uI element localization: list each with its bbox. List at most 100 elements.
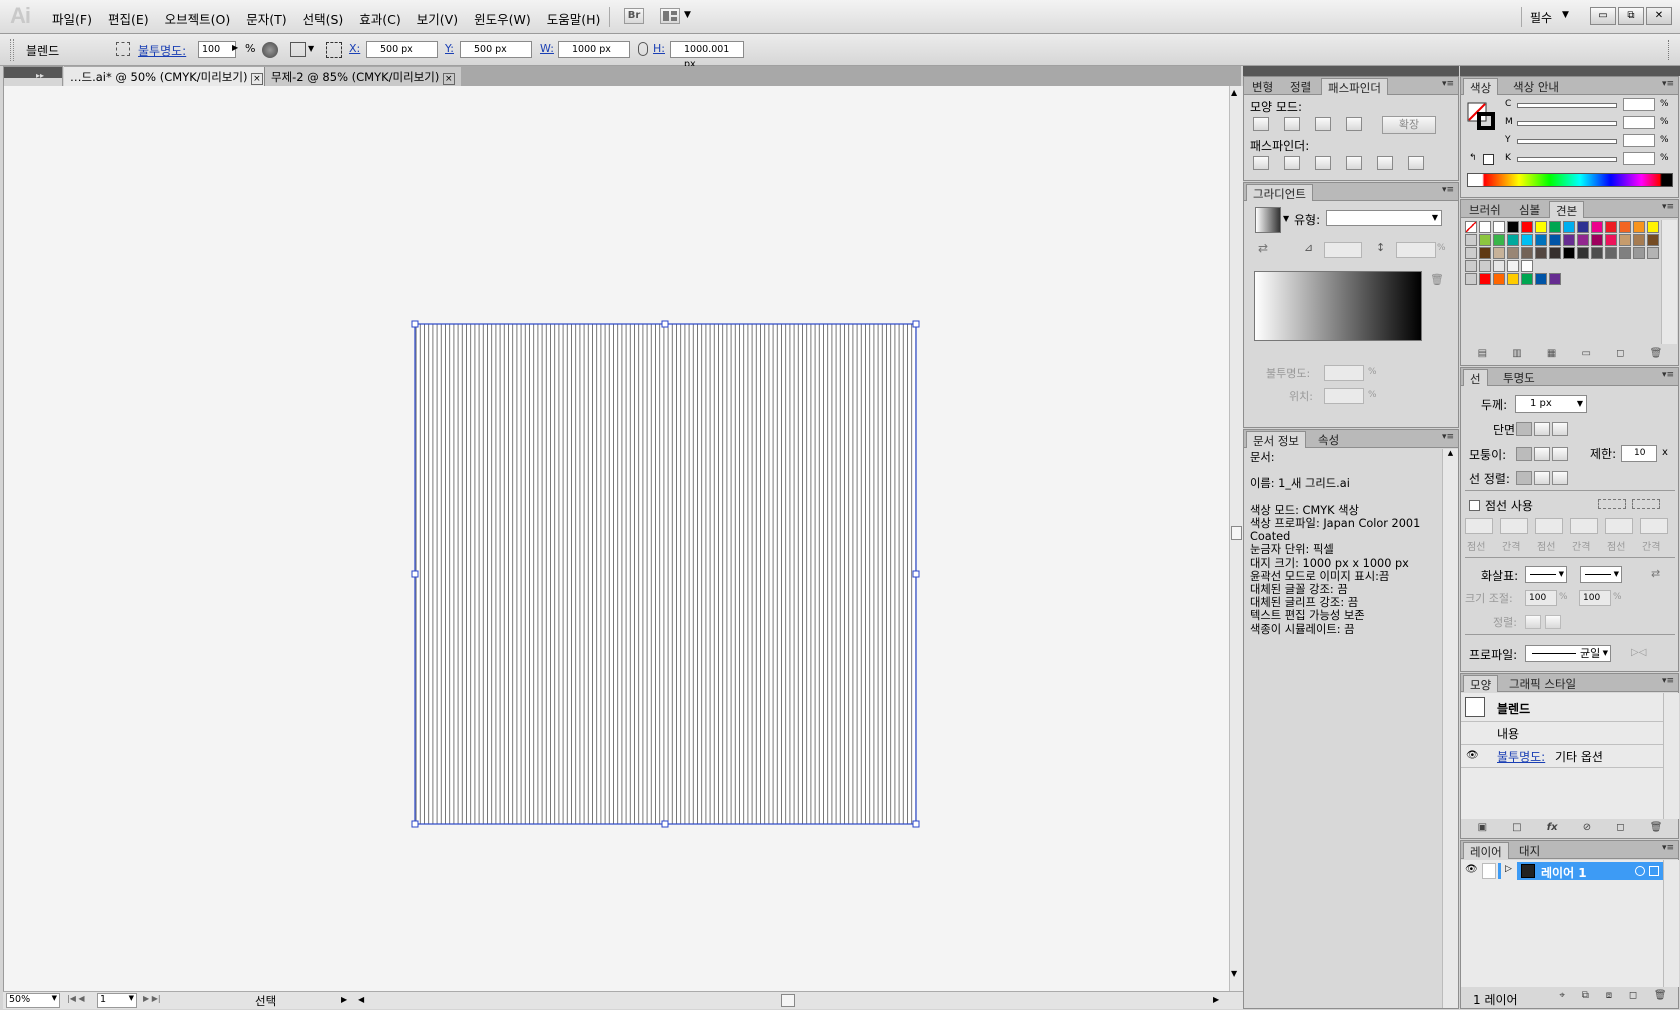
scroll-thumb[interactable]: [1231, 526, 1242, 540]
recolor-artwork-icon[interactable]: [262, 42, 278, 58]
scroll-left-icon[interactable]: ◀: [358, 995, 364, 1004]
gap-3-input[interactable]: [1640, 518, 1668, 534]
color-swatch[interactable]: [1507, 273, 1519, 285]
panel-menu-icon[interactable]: ▾≡: [1442, 432, 1454, 442]
profile-select[interactable]: 균일 ▼: [1525, 645, 1611, 662]
tab-appearance[interactable]: 모양: [1463, 675, 1499, 692]
color-swatch[interactable]: [1563, 247, 1575, 259]
bridge-button[interactable]: Br: [624, 8, 644, 24]
color-swatch[interactable]: [1521, 247, 1533, 259]
bevel-join-icon[interactable]: [1552, 447, 1568, 461]
color-swatch[interactable]: [1479, 260, 1491, 272]
locate-object-icon[interactable]: ⌖: [1559, 990, 1565, 1006]
end-arrowhead-select[interactable]: ▼: [1580, 566, 1622, 583]
panel-menu-icon[interactable]: ▾≡: [1662, 202, 1674, 212]
color-swatch[interactable]: [1535, 273, 1547, 285]
artboard[interactable]: [4, 86, 1230, 991]
layers-scrollbar[interactable]: [1663, 860, 1679, 987]
unite-icon[interactable]: [1253, 117, 1269, 131]
color-swatch[interactable]: [1633, 247, 1645, 259]
tab-color-guide[interactable]: 색상 안내: [1507, 78, 1565, 95]
color-swatch[interactable]: [1591, 247, 1603, 259]
swap-arrowheads-icon[interactable]: ⇄: [1651, 567, 1660, 580]
channel-k-input[interactable]: [1623, 152, 1655, 165]
channel-m-slider[interactable]: [1517, 121, 1617, 126]
appearance-scrollbar[interactable]: [1663, 693, 1679, 819]
tools-panel-header[interactable]: ▸▸: [4, 67, 62, 80]
color-swatch[interactable]: [1521, 260, 1533, 272]
tab-color[interactable]: 색상: [1463, 78, 1499, 95]
make-clipping-mask-icon[interactable]: ⧉: [1582, 990, 1589, 1006]
opacity-input[interactable]: 100: [198, 41, 236, 58]
restore-button[interactable]: ⧉: [1618, 7, 1644, 25]
panel-menu-icon[interactable]: ▾≡: [1442, 185, 1454, 195]
minimize-button[interactable]: ▭: [1590, 7, 1616, 25]
constrain-proportions-icon[interactable]: [638, 42, 648, 56]
appearance-opacity-link[interactable]: 불투명도:: [1497, 748, 1545, 765]
delete-layer-icon[interactable]: 🗑: [1654, 990, 1667, 1006]
dash-2-input[interactable]: [1535, 518, 1563, 534]
opacity-dropdown-icon[interactable]: ▶: [232, 43, 238, 52]
reverse-gradient-icon[interactable]: ⇄: [1258, 241, 1268, 255]
show-kinds-icon[interactable]: ▥: [1512, 348, 1521, 364]
color-swatch[interactable]: [1493, 260, 1505, 272]
color-swatch[interactable]: [1493, 273, 1505, 285]
tab-document-1[interactable]: …드.ai* @ 50% (CMYK/미리보기) ×: [64, 67, 269, 86]
tab-align[interactable]: 정렬: [1284, 78, 1317, 95]
color-swatch[interactable]: [1479, 247, 1491, 259]
tab-swatches[interactable]: 견본: [1549, 201, 1585, 218]
color-fill-stroke-icon[interactable]: [1467, 102, 1497, 132]
color-swatch[interactable]: [1647, 247, 1659, 259]
tab-graphic-styles[interactable]: 그래픽 스타일: [1503, 675, 1582, 692]
gradient-type-select[interactable]: ▼: [1326, 210, 1442, 226]
arrange-dropdown-icon[interactable]: ▼: [684, 10, 691, 20]
dash-3-input[interactable]: [1605, 518, 1633, 534]
delete-item-icon[interactable]: 🗑: [1650, 822, 1663, 838]
start-arrowhead-select[interactable]: ▼: [1525, 566, 1567, 583]
tab-brushes[interactable]: 브러쉬: [1463, 201, 1507, 218]
target-icon[interactable]: [1635, 866, 1645, 876]
color-group-folder-icon[interactable]: [1465, 234, 1477, 246]
chevron-down-icon[interactable]: ▼: [1283, 214, 1289, 223]
color-swatch[interactable]: [1521, 221, 1533, 233]
color-swatch[interactable]: [1479, 273, 1491, 285]
eye-icon[interactable]: 👁: [1465, 864, 1478, 875]
canvas-area[interactable]: [3, 86, 1239, 994]
menu-view[interactable]: 보기(V): [409, 9, 466, 28]
color-swatch[interactable]: [1507, 260, 1519, 272]
menu-edit[interactable]: 편집(E): [100, 9, 157, 28]
color-swatch[interactable]: [1563, 234, 1575, 246]
arrow-inside-icon[interactable]: [1545, 615, 1561, 629]
swatch-options-icon[interactable]: ▦: [1547, 348, 1556, 364]
minus-front-icon[interactable]: [1284, 117, 1300, 131]
h-input[interactable]: 1000.001 px: [670, 41, 744, 70]
tab-transparency[interactable]: 투명도: [1497, 369, 1541, 386]
tab-symbols[interactable]: 심볼: [1513, 201, 1546, 218]
gap-1-input[interactable]: [1500, 518, 1528, 534]
align-center-icon[interactable]: [1516, 471, 1532, 485]
channel-c-slider[interactable]: [1517, 103, 1617, 108]
drag-handle[interactable]: [10, 39, 14, 61]
arrange-documents-icon[interactable]: [660, 8, 680, 24]
new-color-group-icon[interactable]: ▭: [1582, 348, 1591, 364]
flip-along-icon[interactable]: ▷◁: [1631, 647, 1646, 658]
clear-appearance-icon[interactable]: ⊘: [1583, 822, 1591, 838]
gradient-thumbnail[interactable]: [1255, 207, 1281, 233]
page-select[interactable]: 1 ▼: [97, 993, 137, 1008]
add-effect-icon[interactable]: fx: [1547, 822, 1558, 838]
divide-icon[interactable]: [1253, 156, 1269, 170]
color-swatch[interactable]: [1577, 234, 1589, 246]
x-input[interactable]: 500 px: [366, 41, 438, 58]
scroll-right-icon[interactable]: ▶: [1213, 995, 1219, 1004]
color-swatch[interactable]: [1521, 234, 1533, 246]
arrow-extend-icon[interactable]: [1525, 615, 1541, 629]
color-swatch[interactable]: [1619, 247, 1631, 259]
first-page-icon[interactable]: |◀ ◀: [67, 994, 85, 1003]
panel-column-header[interactable]: [1460, 66, 1680, 76]
trash-icon[interactable]: 🗑: [1430, 273, 1444, 286]
crop-icon[interactable]: [1346, 156, 1362, 170]
panel-menu-icon[interactable]: ▾≡: [1662, 370, 1674, 380]
color-swatch[interactable]: [1549, 273, 1561, 285]
panel-menu-icon[interactable]: ▾≡: [1662, 79, 1674, 89]
color-swatch[interactable]: [1535, 247, 1547, 259]
